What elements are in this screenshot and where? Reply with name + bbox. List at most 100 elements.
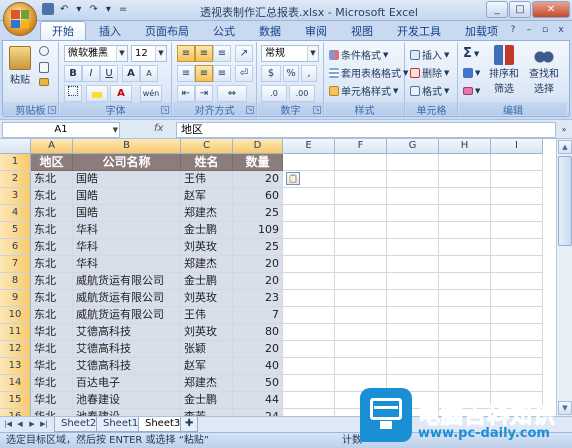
alignment-launcher-icon[interactable]: ↘ xyxy=(246,106,254,114)
merge-center-button[interactable]: ⇔ xyxy=(217,85,247,102)
table-cell[interactable]: 24 xyxy=(233,409,283,416)
name-box[interactable]: A1 ▼ xyxy=(2,122,120,138)
office-button[interactable] xyxy=(3,2,37,36)
vertical-scrollbar[interactable]: ▲ ▼ xyxy=(556,139,572,416)
conditional-format-button[interactable]: 条件格式 ▼ xyxy=(329,46,388,63)
column-header[interactable]: C xyxy=(181,139,233,154)
empty-cell[interactable] xyxy=(439,307,491,324)
minimize-button[interactable]: _ xyxy=(486,1,508,18)
table-cell[interactable]: 23 xyxy=(233,290,283,307)
table-cell[interactable]: 李芳 xyxy=(181,409,233,416)
table-cell[interactable]: 东北 xyxy=(31,205,73,222)
format-as-table-button[interactable]: 套用表格格式 ▼ xyxy=(329,64,408,81)
next-sheet-icon[interactable]: ▶ xyxy=(26,418,38,431)
row-header[interactable]: 10 xyxy=(0,307,31,324)
clipboard-launcher-icon[interactable]: ↘ xyxy=(48,106,56,114)
table-header-cell[interactable]: 公司名称 xyxy=(73,154,181,171)
empty-cell[interactable] xyxy=(439,256,491,273)
empty-cell[interactable] xyxy=(439,273,491,290)
table-cell[interactable]: 50 xyxy=(233,375,283,392)
select-all-button[interactable] xyxy=(0,139,31,154)
table-cell[interactable]: 东北 xyxy=(31,171,73,188)
increase-decimal-button[interactable]: .0 xyxy=(261,85,287,102)
autosum-button[interactable]: Σ ▼ xyxy=(463,45,479,62)
scroll-thumb[interactable] xyxy=(558,156,572,246)
row-header[interactable]: 1 xyxy=(0,154,31,171)
fill-color-button[interactable] xyxy=(86,85,108,102)
empty-cell[interactable] xyxy=(387,222,439,239)
redo-dropdown[interactable]: ▾ xyxy=(104,4,113,15)
currency-button[interactable]: $ xyxy=(261,65,281,82)
align-center-button[interactable]: ≡ xyxy=(195,65,213,82)
border-button[interactable] xyxy=(64,85,82,102)
table-cell[interactable]: 池春建设 xyxy=(73,392,181,409)
increase-indent-button[interactable]: ⇥ xyxy=(195,85,213,102)
empty-cell[interactable] xyxy=(491,239,543,256)
table-cell[interactable]: 20 xyxy=(233,256,283,273)
cut-icon[interactable] xyxy=(39,46,49,56)
fill-button[interactable]: ▼ xyxy=(463,64,480,81)
table-cell[interactable]: 艾德高科技 xyxy=(73,324,181,341)
align-right-button[interactable]: ≡ xyxy=(213,65,231,82)
column-header[interactable]: A xyxy=(31,139,73,154)
table-cell[interactable]: 百达电子 xyxy=(73,375,181,392)
undo-button[interactable]: ↶ xyxy=(58,4,70,15)
table-cell[interactable]: 109 xyxy=(233,222,283,239)
empty-cell[interactable] xyxy=(283,222,335,239)
table-cell[interactable]: 张颖 xyxy=(181,341,233,358)
empty-cell[interactable] xyxy=(283,392,335,409)
italic-button[interactable]: I xyxy=(82,65,100,82)
column-header[interactable]: D xyxy=(233,139,283,154)
empty-cell[interactable] xyxy=(335,239,387,256)
empty-cell[interactable] xyxy=(387,358,439,375)
empty-cell[interactable] xyxy=(335,358,387,375)
number-launcher-icon[interactable]: ↘ xyxy=(313,106,321,114)
bold-button[interactable]: B xyxy=(64,65,82,82)
table-cell[interactable]: 80 xyxy=(233,324,283,341)
format-cells-button[interactable]: 格式 ▼ xyxy=(410,82,449,99)
empty-cell[interactable] xyxy=(387,256,439,273)
insert-sheet-icon[interactable]: ✚ xyxy=(180,417,199,432)
save-icon[interactable] xyxy=(42,3,54,15)
empty-cell[interactable] xyxy=(491,171,543,188)
clear-button[interactable]: ▼ xyxy=(463,82,480,99)
tab-addins[interactable]: 加载项 xyxy=(454,23,509,41)
empty-cell[interactable] xyxy=(335,188,387,205)
row-header[interactable]: 14 xyxy=(0,375,31,392)
empty-cell[interactable] xyxy=(387,341,439,358)
close-button[interactable]: ✕ xyxy=(532,1,570,18)
table-cell[interactable]: 刘英玫 xyxy=(181,239,233,256)
shrink-font-button[interactable]: A xyxy=(140,65,158,82)
table-cell[interactable]: 20 xyxy=(233,341,283,358)
table-cell[interactable]: 25 xyxy=(233,205,283,222)
tab-developer[interactable]: 开发工具 xyxy=(386,23,452,41)
table-cell[interactable]: 郑建杰 xyxy=(181,375,233,392)
row-header[interactable]: 3 xyxy=(0,188,31,205)
empty-cell[interactable] xyxy=(491,341,543,358)
empty-cell[interactable] xyxy=(491,324,543,341)
table-cell[interactable]: 池春建设 xyxy=(73,409,181,416)
format-painter-icon[interactable] xyxy=(39,78,49,86)
phonetic-button[interactable]: wén xyxy=(140,85,162,102)
align-top-button[interactable]: ≡ xyxy=(177,45,195,62)
tab-data[interactable]: 数据 xyxy=(248,23,292,41)
empty-cell[interactable] xyxy=(491,188,543,205)
empty-cell[interactable] xyxy=(491,358,543,375)
table-cell[interactable]: 华科 xyxy=(73,222,181,239)
empty-cell[interactable] xyxy=(387,273,439,290)
row-header[interactable]: 11 xyxy=(0,324,31,341)
number-format-select[interactable]: 常规 ▼ xyxy=(261,45,319,62)
percent-button[interactable]: % xyxy=(283,65,299,82)
orientation-button[interactable]: ↗ xyxy=(235,45,253,62)
maximize-button[interactable]: □ xyxy=(509,1,531,18)
align-middle-button[interactable]: ≡ xyxy=(195,45,213,62)
sort-filter-button[interactable]: 排序和 筛选 xyxy=(489,45,519,95)
tab-page-layout[interactable]: 页面布局 xyxy=(134,23,200,41)
table-cell[interactable]: 华科 xyxy=(73,239,181,256)
table-cell[interactable]: 威航货运有限公司 xyxy=(73,290,181,307)
table-cell[interactable]: 华北 xyxy=(31,341,73,358)
table-cell[interactable]: 华北 xyxy=(31,392,73,409)
empty-cell[interactable] xyxy=(283,409,335,416)
table-cell[interactable]: 东北 xyxy=(31,307,73,324)
find-select-button[interactable]: 查找和 选择 xyxy=(529,45,559,95)
